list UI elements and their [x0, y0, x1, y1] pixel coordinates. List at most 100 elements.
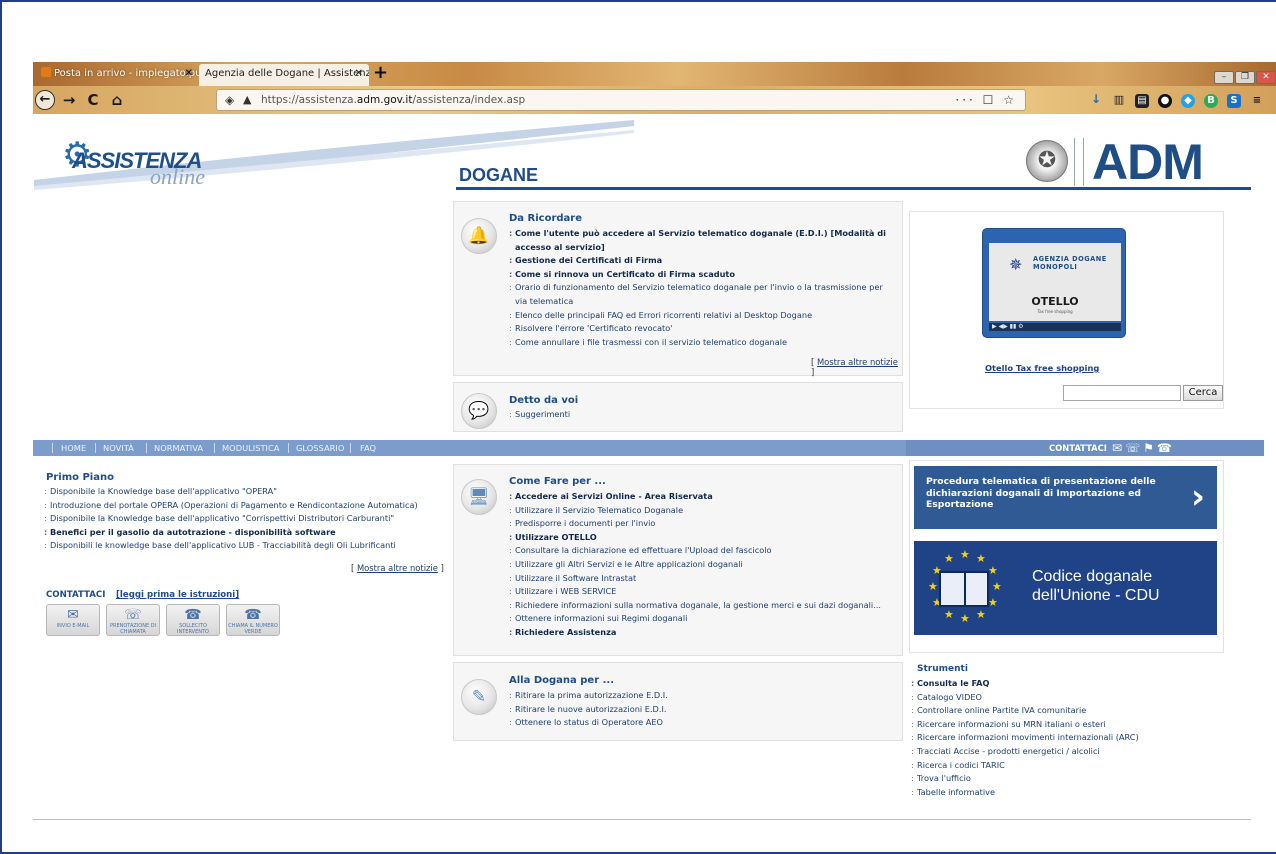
contatti-instructions-link[interactable]: [leggi prima le istruzioni]: [116, 590, 239, 600]
menu-glossario[interactable]: GLOSSARIO: [296, 440, 344, 456]
list-item[interactable]: Orario di funzionamento del Servizio tel…: [509, 281, 894, 308]
list-item[interactable]: Suggerimenti: [509, 408, 889, 422]
list-item[interactable]: Come annullare i file trasmessi con il s…: [509, 336, 894, 350]
list-item[interactable]: Ritirare le nuove autorizzazioni E.D.I.: [509, 703, 889, 717]
menu-faq[interactable]: FAQ: [360, 440, 376, 456]
address-bar[interactable]: ◈ ▲ https://assistenza.adm.gov.it/assist…: [216, 89, 1026, 111]
otello-video[interactable]: ✵ AGENZIA DOGANE MONOPOLI OTELLO Tax fre…: [982, 228, 1126, 338]
list-item[interactable]: Disponibili le knowledge base dell'appli…: [44, 539, 449, 553]
menu-home[interactable]: HOME: [61, 440, 86, 456]
extension-icon-3[interactable]: S: [1227, 94, 1241, 108]
list-item[interactable]: Predisporre i documenti per l'invio: [509, 517, 899, 531]
menu-contattaci[interactable]: CONTATTACI: [1049, 440, 1107, 456]
close-window-button[interactable]: ✕: [1256, 71, 1276, 84]
privacy-icon[interactable]: ●: [1158, 94, 1172, 108]
list-item[interactable]: Controllare online Partite IVA comunitar…: [911, 704, 1241, 718]
list-item[interactable]: Utilizzare i WEB SERVICE: [509, 585, 899, 599]
list-item[interactable]: Accedere ai Servizi Online - Area Riserv…: [509, 490, 899, 504]
list-item[interactable]: Utilizzare gli Altri Servizi e le Altre …: [509, 558, 899, 572]
minimize-button[interactable]: –: [1214, 71, 1234, 84]
phone-icon[interactable]: ☎: [1157, 441, 1175, 455]
da-ricordare-title: Da Ricordare: [509, 213, 583, 224]
list-item[interactable]: Utilizzare il Software Intrastat: [509, 572, 899, 586]
more-news-link[interactable]: Mostra altre notizie: [357, 563, 438, 573]
extension-icon-2[interactable]: B: [1204, 94, 1218, 108]
menu-modulistica[interactable]: MODULISTICA: [222, 440, 279, 456]
list-item[interactable]: Disponibile la Knowledge base dell'appli…: [44, 512, 449, 526]
tab-agenzia[interactable]: Agenzia delle Dogane | Assistenza ✕: [199, 64, 369, 86]
intervention-icon[interactable]: ⚑: [1143, 441, 1157, 455]
list-item[interactable]: Introduzione del portale OPERA (Operazio…: [44, 499, 449, 513]
list-item[interactable]: Gestione dei Certificati di Firma: [509, 254, 894, 268]
list-item[interactable]: Catalogo VIDEO: [911, 691, 1241, 705]
email-icon[interactable]: ✉: [1112, 441, 1125, 455]
list-item[interactable]: Risolvere l'errore 'Certificato revocato…: [509, 322, 894, 336]
list-item[interactable]: Ricerca i codici TARIC: [911, 759, 1241, 773]
procedura-banner[interactable]: Procedura telematica di presentazione de…: [914, 466, 1217, 529]
list-item[interactable]: Consulta le FAQ: [911, 677, 1241, 691]
reload-button[interactable]: C: [83, 90, 103, 110]
main-menu-bar: HOME NOVITÀ NORMATIVA MODULISTICA GLOSSA…: [33, 440, 906, 456]
menu-icon[interactable]: ≡: [1250, 94, 1264, 108]
library-icon[interactable]: ▥: [1112, 93, 1126, 107]
assistenza-logo[interactable]: ⚙ ASSISTENZA online: [42, 138, 205, 189]
new-tab-button[interactable]: +: [373, 62, 388, 84]
search-button[interactable]: Cerca: [1183, 385, 1223, 401]
list-item[interactable]: Consultare la dichiarazione ed effettuar…: [509, 544, 899, 558]
list-item[interactable]: Trova l'ufficio: [911, 772, 1241, 786]
list-item[interactable]: Tracciati Accise - prodotti energetici /…: [911, 745, 1241, 759]
reminder-button[interactable]: ☎ SOLLECITO INTERVENTO: [166, 604, 220, 636]
menu-normativa[interactable]: NORMATIVA: [154, 440, 203, 456]
home-button[interactable]: ⌂: [107, 90, 127, 110]
list-item[interactable]: Ottenere lo status di Operatore AEO: [509, 716, 889, 730]
button-label: PRENOTAZIONE DI CHIAMATA: [109, 623, 157, 635]
button-label: SOLLECITO INTERVENTO: [177, 623, 209, 635]
call-booking-button[interactable]: ☏ PRENOTAZIONE DI CHIAMATA: [106, 604, 160, 636]
forward-button[interactable]: →: [59, 90, 79, 110]
sidebar-icon[interactable]: ▤: [1135, 94, 1149, 108]
codice-line2: dell'Unione - CDU: [1032, 587, 1160, 604]
back-button[interactable]: ←: [35, 90, 55, 110]
list-item[interactable]: Richiedere informazioni sulla normativa …: [509, 599, 899, 613]
mail-icon: [41, 67, 51, 77]
chevron-right-icon: ›: [1190, 477, 1205, 517]
da-ricordare-box: 🔔 Da Ricordare Come l'utente può acceder…: [453, 201, 903, 377]
list-item[interactable]: Ricercare informazioni su MRN italiani o…: [911, 718, 1241, 732]
codice-line1: Codice doganale: [1032, 568, 1153, 585]
book-icon: [939, 571, 989, 607]
computer-icon: 🖥: [461, 479, 497, 515]
maximize-button[interactable]: ❐: [1235, 71, 1255, 84]
list-item[interactable]: Richiedere Assistenza: [509, 626, 899, 640]
menu-novita[interactable]: NOVITÀ: [103, 440, 134, 456]
menu-separator: [214, 443, 215, 453]
codice-doganale-banner[interactable]: ★ ★ ★ ★ ★ ★ ★ ★ ★ ★ ★ ★ Codice doganale …: [914, 541, 1217, 635]
close-tab-icon[interactable]: ✕: [355, 64, 363, 84]
list-item[interactable]: Tabelle informative: [911, 786, 1241, 800]
download-icon[interactable]: ↓: [1089, 92, 1103, 106]
extension-icon[interactable]: ◆: [1181, 94, 1195, 108]
otello-link[interactable]: Otello Tax free shopping: [985, 363, 1099, 373]
list-item[interactable]: Ricercare informazioni movimenti interna…: [911, 731, 1241, 745]
video-controls[interactable]: ▶ ◀▶ ▮▮ ⚙: [989, 323, 1121, 331]
tab-posta[interactable]: Posta in arrivo - impiegato.pu ✕: [35, 64, 199, 86]
list-item[interactable]: Benefici per il gasolio da autotrazione …: [44, 526, 449, 540]
speech-bubble-icon: 💬: [461, 393, 497, 429]
list-item[interactable]: Come si rinnova un Certificato di Firma …: [509, 268, 894, 282]
adm-logo[interactable]: ADM: [1092, 134, 1204, 190]
list-item[interactable]: Utilizzare OTELLO: [509, 531, 899, 545]
contatti-title: CONTATTACI: [46, 590, 106, 600]
list-item[interactable]: Disponibile la Knowledge base dell'appli…: [44, 485, 449, 499]
close-tab-icon[interactable]: ✕: [185, 64, 193, 84]
url-path: /assistenza/index.asp: [412, 94, 526, 106]
more-news-link[interactable]: Mostra altre notizie: [817, 357, 898, 367]
list-item[interactable]: Ritirare la prima autorizzazione E.D.I.: [509, 689, 889, 703]
page-actions[interactable]: ··· ☐ ☆: [955, 90, 1017, 110]
toll-free-button[interactable]: ☎ CHIAMA IL NUMERO VERDE: [226, 604, 280, 636]
list-item[interactable]: Come l'utente può accedere al Servizio t…: [509, 227, 894, 254]
search-input[interactable]: [1063, 385, 1181, 401]
email-button[interactable]: ✉ INVIO E-MAIL: [46, 604, 100, 636]
list-item[interactable]: Ottenere informazioni sui Regimi doganal…: [509, 612, 899, 626]
list-item[interactable]: Utilizzare il Servizio Telematico Dogana…: [509, 504, 899, 518]
call-icon[interactable]: ☏: [1125, 441, 1143, 455]
list-item[interactable]: Elenco delle principali FAQ ed Errori ri…: [509, 309, 894, 323]
